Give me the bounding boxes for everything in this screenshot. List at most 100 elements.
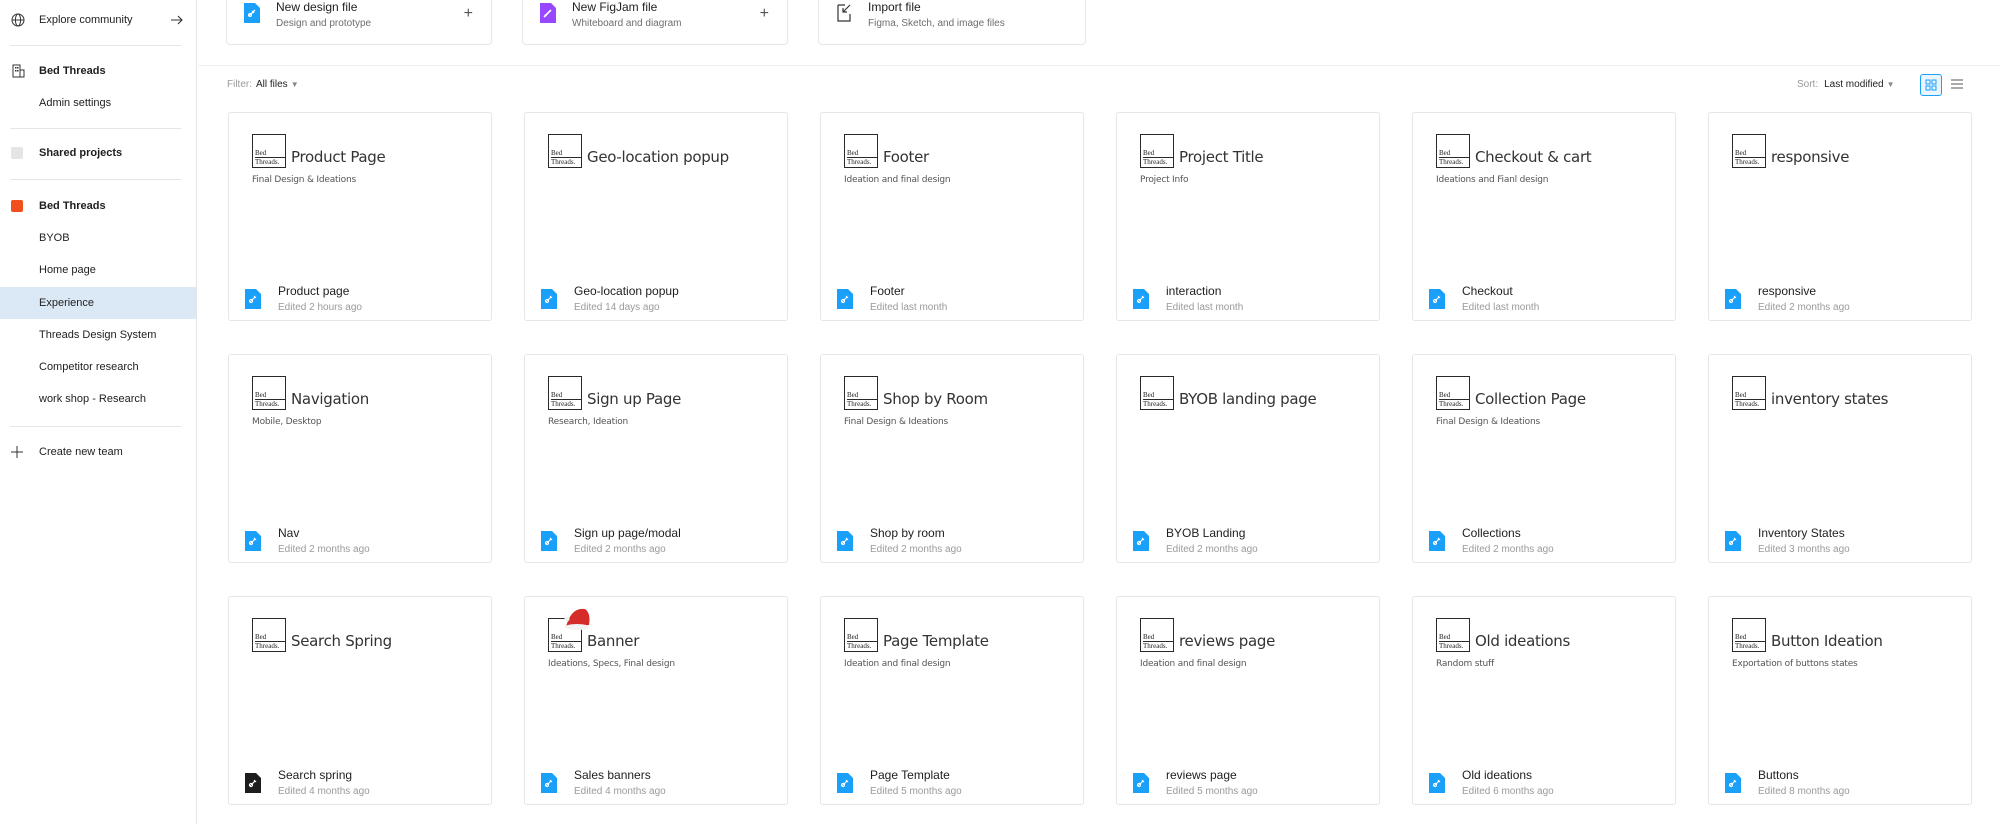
file-name: Collections (1462, 526, 1521, 540)
create-team-label: Create new team (39, 446, 123, 458)
logo-word: Bed (551, 633, 563, 641)
sidebar: Explore community Bed Threads Admin sett… (0, 0, 197, 824)
file-edited-time: Edited 6 months ago (1462, 786, 1554, 797)
import-file-button[interactable]: Import file Figma, Sketch, and image fil… (818, 0, 1086, 45)
logo-word: Threads. (1439, 641, 1469, 650)
new-figjam-file-button[interactable]: New FigJam file Whiteboard and diagram + (522, 0, 788, 45)
grid-view-button[interactable] (1920, 74, 1942, 96)
file-edited-time: Edited 2 months ago (1758, 302, 1850, 313)
file-card[interactable]: Bed Threads. Checkout & cart Ideations and … (1412, 112, 1676, 321)
file-card[interactable]: Bed Threads. Collection Page Final Design &… (1412, 354, 1676, 563)
filter-dropdown[interactable]: Filter: All files ▼ (227, 79, 299, 90)
file-card[interactable]: Bed Threads. Search Spring Search spring Edi… (228, 596, 492, 805)
file-edited-time: Edited 5 months ago (870, 786, 962, 797)
thumbnail-title: Banner (587, 632, 640, 650)
file-card[interactable]: Bed Threads. Product Page Final Design & Id… (228, 112, 492, 321)
file-card[interactable]: Bed Threads. BYOB landing page BYOB Landing… (1116, 354, 1380, 563)
file-card[interactable]: Bed Threads. Shop by Room Final Design & Id… (820, 354, 1084, 563)
file-card[interactable]: Bed Threads. Navigation Mobile, Desktop Nav E… (228, 354, 492, 563)
sort-dropdown[interactable]: Sort: Last modified ▼ (1797, 79, 1895, 90)
sidebar-item-admin-settings[interactable]: Admin settings (0, 87, 196, 119)
logo-word: Bed (1143, 633, 1155, 641)
bed-threads-logo: Bed Threads. (252, 376, 286, 410)
file-edited-time: Edited 2 months ago (278, 544, 370, 555)
file-name: Shop by room (870, 526, 945, 540)
thumbnail-subtitle: Final Design & Ideations (1436, 417, 1540, 427)
design-file-icon (245, 773, 261, 793)
bed-threads-logo: Bed Threads. (1732, 618, 1766, 652)
sidebar-item-team[interactable]: Bed Threads (0, 190, 196, 222)
thumbnail-title: Footer (883, 148, 929, 166)
logo-word: Bed (1439, 391, 1451, 399)
file-card[interactable]: Bed Threads. Geo-location popup Geo-locatio… (524, 112, 788, 321)
bed-threads-logo: Bed Threads. (1732, 134, 1766, 168)
logo-word: Threads. (847, 157, 877, 166)
logo-word: Bed (255, 391, 267, 399)
sidebar-divider (10, 426, 181, 427)
sidebar-item-label: Explore community (39, 14, 133, 26)
file-card[interactable]: Bed Threads. Banner Ideations, Specs, Final… (524, 596, 788, 805)
sidebar-item-label: Admin settings (39, 97, 112, 109)
sidebar-item-project[interactable]: BYOB (0, 222, 196, 254)
file-name: Sign up page/modal (574, 526, 681, 540)
thumbnail-subtitle: Ideations, Specs, Final design (548, 659, 675, 669)
file-card[interactable]: Bed Threads. Page Template Ideation and fin… (820, 596, 1084, 805)
design-file-icon (1133, 773, 1149, 793)
filter-value: All files (256, 79, 288, 90)
thumbnail-title: reviews page (1179, 632, 1276, 650)
logo-word: Threads. (1439, 157, 1469, 166)
file-card[interactable]: Bed Threads. reviews page Ideation and fina… (1116, 596, 1380, 805)
new-design-file-button[interactable]: New design file Design and prototype + (226, 0, 492, 45)
logo-word: Threads. (255, 157, 285, 166)
thumbnail-subtitle: Project Info (1140, 175, 1189, 185)
list-view-button[interactable] (1947, 74, 1969, 96)
bed-threads-logo: Bed Threads. (1732, 376, 1766, 410)
file-edited-time: Edited 2 months ago (574, 544, 666, 555)
bed-threads-logo: Bed Threads. (844, 134, 878, 168)
thumbnail-subtitle: Ideation and final design (1140, 659, 1247, 669)
create-card-title: New design file (276, 0, 358, 14)
sidebar-item-project[interactable]: Threads Design System (0, 319, 196, 351)
sidebar-item-org[interactable]: Bed Threads (0, 55, 196, 87)
create-card-subtitle: Figma, Sketch, and image files (868, 18, 1005, 29)
file-card[interactable]: Bed Threads. responsive responsive Edited 2 … (1708, 112, 1972, 321)
sidebar-item-shared-projects[interactable]: Shared projects (0, 137, 196, 169)
design-file-icon (245, 531, 261, 551)
file-card[interactable]: Bed Threads. Footer Ideation and final desi… (820, 112, 1084, 321)
file-edited-time: Edited last month (1462, 302, 1540, 313)
file-name: reviews page (1166, 768, 1237, 782)
file-name: interaction (1166, 284, 1222, 298)
design-file-icon (1725, 289, 1741, 309)
sidebar-item-project[interactable]: Home page (0, 254, 196, 286)
logo-word: Bed (551, 149, 563, 157)
file-card[interactable]: Bed Threads. Button Ideation Exportation of… (1708, 596, 1972, 805)
bed-threads-logo: Bed Threads. (548, 376, 582, 410)
file-card[interactable]: Bed Threads. inventory states Inventory Sta… (1708, 354, 1972, 563)
file-name: Old ideations (1462, 768, 1533, 782)
sidebar-divider (10, 45, 181, 46)
sidebar-item-explore-community[interactable]: Explore community (0, 4, 196, 36)
thumbnail-title: Page Template (883, 632, 989, 650)
design-file-icon (1725, 773, 1741, 793)
sidebar-item-project[interactable]: Competitor research (0, 351, 196, 383)
bed-threads-logo: Bed Threads. (252, 618, 286, 652)
file-name: BYOB Landing (1166, 526, 1246, 540)
santa-hat-icon (564, 608, 590, 630)
logo-word: Threads. (1143, 157, 1173, 166)
design-file-icon (244, 3, 260, 23)
logo-word: Threads. (1143, 641, 1173, 650)
logo-word: Bed (847, 149, 859, 157)
create-new-team-button[interactable]: Create new team (0, 436, 196, 468)
sidebar-item-project-active[interactable]: Experience (0, 287, 196, 319)
file-card[interactable]: Bed Threads. Sign up Page Research, Ideatio… (524, 354, 788, 563)
bed-threads-logo: Bed Threads. (1140, 376, 1174, 410)
file-edited-time: Edited 3 months ago (1758, 544, 1850, 555)
file-card[interactable]: Bed Threads. Project Title Project Info inte… (1116, 112, 1380, 321)
sidebar-item-project[interactable]: work shop - Research (0, 383, 196, 415)
file-name: Buttons (1758, 768, 1799, 782)
bed-threads-logo: Bed Threads. (1436, 134, 1470, 168)
create-card-subtitle: Whiteboard and diagram (572, 18, 682, 29)
create-card-title: Import file (868, 0, 921, 14)
thumbnail-title: Button Ideation (1771, 632, 1883, 650)
file-card[interactable]: Bed Threads. Old ideations Random stuff Old … (1412, 596, 1676, 805)
